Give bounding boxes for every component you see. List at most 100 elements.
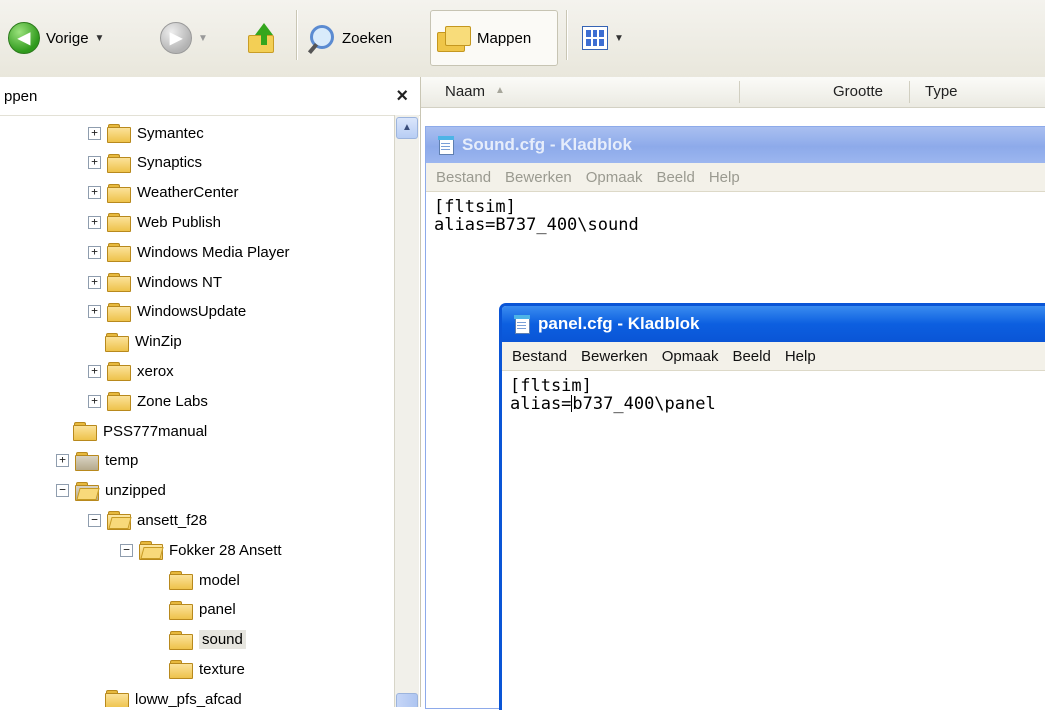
expand-icon[interactable]: +	[88, 126, 101, 140]
expand-icon[interactable]: +	[88, 394, 101, 408]
folders-button[interactable]: Mappen	[430, 10, 558, 66]
tree-item[interactable]: sound	[152, 625, 246, 655]
expand-icon[interactable]: +	[56, 454, 69, 468]
tree-item[interactable]: model	[152, 565, 240, 595]
folder-up-icon	[246, 23, 276, 53]
tree-item[interactable]: + WeatherCenter	[88, 178, 238, 208]
scroll-up-icon[interactable]: ▲	[396, 117, 418, 139]
toolbar-separator	[296, 10, 298, 60]
tree-item[interactable]: + xerox	[88, 356, 174, 386]
tree-item[interactable]: + Web Publish	[88, 207, 221, 237]
back-button[interactable]: ◀ Vorige ▼	[8, 20, 104, 56]
toolbar-separator	[566, 10, 568, 60]
search-button-label: Zoeken	[342, 29, 393, 47]
tree-item-label: temp	[105, 452, 139, 470]
column-divider[interactable]	[909, 81, 910, 103]
sort-ascending-icon: ▲	[495, 85, 505, 96]
column-name-header[interactable]: Naam	[445, 83, 485, 100]
folder-icon	[107, 362, 131, 382]
views-dropdown-icon[interactable]: ▼	[614, 33, 624, 44]
folder-icon	[169, 571, 193, 590]
expand-icon[interactable]: +	[88, 186, 101, 200]
column-divider[interactable]	[739, 81, 740, 103]
forward-dropdown-icon[interactable]: ▼	[198, 33, 208, 44]
tree-item[interactable]: + Synaptics	[88, 148, 202, 178]
menu-opmaak[interactable]: Opmaak	[586, 169, 643, 186]
tree-item[interactable]: texture	[152, 654, 245, 684]
panel-notepad-text-area[interactable]: [fltsim] alias=b737_400\panel	[502, 371, 1045, 419]
folder-icon	[107, 183, 131, 203]
tree-item[interactable]: − unzipped	[56, 476, 166, 506]
tree-item-label: texture	[199, 660, 245, 678]
views-button[interactable]: ▼	[582, 20, 624, 56]
column-type-header[interactable]: Type	[925, 83, 958, 100]
close-icon[interactable]: ×	[396, 85, 408, 108]
menu-beeld[interactable]: Beeld	[732, 348, 770, 365]
tree-item[interactable]: + WindowsUpdate	[88, 297, 246, 327]
details-column-header: Naam ▲ Grootte Type	[421, 77, 1045, 108]
tree-item-label: Zone Labs	[137, 392, 208, 410]
search-button[interactable]: Zoeken	[306, 20, 392, 56]
folders-button-label: Mappen	[477, 29, 532, 47]
menu-help[interactable]: Help	[709, 169, 740, 186]
back-arrow-icon: ◀	[8, 22, 40, 54]
collapse-icon[interactable]: −	[120, 543, 133, 557]
tree-item[interactable]: + Symantec	[88, 118, 204, 148]
panel-notepad-window[interactable]: panel.cfg - Kladblok Bestand Bewerken Op…	[499, 303, 1045, 710]
folders-pane: ppen × + Symantec + Synaptics + WeatherCenter…	[0, 77, 421, 707]
folder-icon	[107, 243, 131, 263]
forward-arrow-icon: ▶	[160, 22, 192, 54]
tree-item-label: WinZip	[135, 333, 182, 351]
expand-icon[interactable]: +	[88, 245, 101, 259]
folder-icon	[105, 332, 129, 352]
column-size-header[interactable]: Grootte	[833, 83, 883, 100]
menu-bestand[interactable]: Bestand	[512, 348, 567, 365]
expand-icon[interactable]: +	[88, 215, 101, 229]
tree-item-label: Fokker 28 Ansett	[169, 541, 282, 559]
tree-item[interactable]: loww_pfs_afcad	[88, 684, 242, 707]
menu-bestand[interactable]: Bestand	[436, 169, 491, 186]
menu-opmaak[interactable]: Opmaak	[662, 348, 719, 365]
sound-notepad-titlebar[interactable]: Sound.cfg - Kladblok	[426, 127, 1045, 163]
tree-item[interactable]: − ansett_f28	[88, 505, 207, 535]
folders-pane-title: ppen	[4, 87, 38, 105]
menu-bewerken[interactable]: Bewerken	[505, 169, 572, 186]
folders-scrollbar[interactable]: ▲	[394, 115, 419, 707]
panel-notepad-menubar: Bestand Bewerken Opmaak Beeld Help	[502, 342, 1045, 371]
tree-item[interactable]: PSS777manual	[56, 416, 207, 446]
expand-icon[interactable]: +	[88, 305, 101, 319]
menu-beeld[interactable]: Beeld	[656, 169, 694, 186]
tree-item[interactable]: − Fokker 28 Ansett	[120, 535, 282, 565]
scroll-thumb[interactable]	[396, 693, 418, 707]
menu-bewerken[interactable]: Bewerken	[581, 348, 648, 365]
views-grid-icon	[582, 26, 608, 50]
tree-item[interactable]: + temp	[56, 446, 138, 476]
folder-icon	[75, 451, 99, 471]
back-dropdown-icon[interactable]: ▼	[95, 33, 105, 44]
forward-button[interactable]: ▶ ▼	[160, 20, 208, 56]
tree-item[interactable]: + Windows Media Player	[88, 237, 290, 267]
text-line-suffix: b737_400\panel	[572, 394, 716, 414]
menu-help[interactable]: Help	[785, 348, 816, 365]
search-icon	[306, 23, 336, 54]
expand-icon[interactable]: +	[88, 364, 101, 378]
tree-item-label: model	[199, 571, 240, 589]
expand-icon[interactable]: +	[88, 156, 101, 170]
tree-item[interactable]: + Zone Labs	[88, 386, 208, 416]
notepad-icon	[438, 136, 454, 155]
tree-item[interactable]: panel	[152, 595, 236, 625]
tree-item[interactable]: + Windows NT	[88, 267, 222, 297]
tree-item[interactable]: WinZip	[88, 327, 182, 357]
collapse-icon[interactable]: −	[56, 484, 69, 498]
tree-item-label: sound	[199, 630, 246, 650]
tree-item-label: WindowsUpdate	[137, 303, 247, 321]
sound-notepad-menubar: Bestand Bewerken Opmaak Beeld Help	[426, 163, 1045, 192]
folder-icon	[73, 422, 97, 441]
up-folder-button[interactable]	[246, 20, 276, 56]
collapse-icon[interactable]: −	[88, 513, 101, 527]
expand-icon[interactable]: +	[88, 275, 101, 289]
folder-icon	[169, 660, 193, 680]
sound-notepad-text-area[interactable]: [fltsim] alias=B737_400\sound	[426, 192, 1045, 240]
panel-notepad-titlebar[interactable]: panel.cfg - Kladblok	[502, 306, 1045, 342]
